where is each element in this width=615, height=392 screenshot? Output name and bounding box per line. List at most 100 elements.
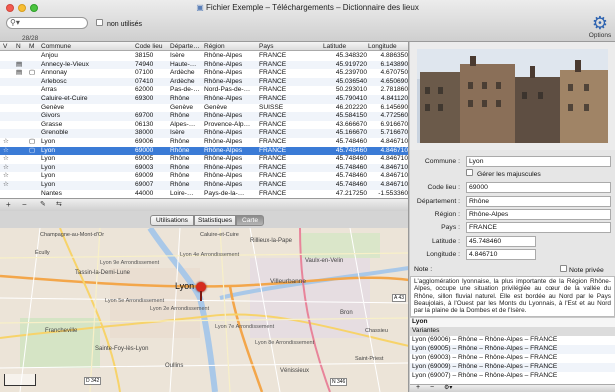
table-cell-code: 74940 xyxy=(135,60,154,68)
table-cell-lat: 43.666670 xyxy=(335,120,367,128)
table-row[interactable]: Arlebosc 07410 Ardèche Rhône-Alpes FRANCE 45.… xyxy=(0,77,408,87)
table-cell-region: Rhône-Alpes xyxy=(204,138,243,145)
map-label: Vaulx-en-Velin xyxy=(305,258,344,264)
table-row[interactable]: Grasse 06130 Alpes-… Provence-Alp… FRANCE 43.… xyxy=(0,120,408,130)
column-header-region[interactable]: Région xyxy=(204,43,225,50)
road-label: D 342 xyxy=(84,377,102,385)
table-row[interactable]: Grenoble 38000 Isère Rhône-Alpes FRANCE 45.16… xyxy=(0,129,408,138)
table-cell-lon: 4.846710 xyxy=(380,146,408,154)
private-note-checkbox[interactable] xyxy=(560,265,567,272)
table-row[interactable]: Lyon 69007 Rhône Rhône-Alpes FRANCE 45.748460… xyxy=(0,181,408,190)
table-cell-pays: FRANCE xyxy=(259,181,287,188)
table-row[interactable]: Givors 69700 Rhône Rhône-Alpes FRANCE 45.5841… xyxy=(0,112,408,121)
table-row[interactable]: Lyon 69009 Rhône Rhône-Alpes FRANCE 45.748460… xyxy=(0,172,408,181)
variants-list[interactable]: Lyon Variantes Lyon (69006) – Rhône – Rh… xyxy=(410,318,615,384)
table-row[interactable]: Anjou 38150 Isère Rhône-Alpes FRANCE 45.34832… xyxy=(0,52,408,61)
table-cell-lat: 45.036540 xyxy=(335,77,367,85)
edit-icon[interactable]: ✎ xyxy=(40,200,46,208)
star-icon[interactable]: ☆ xyxy=(3,181,9,190)
table-row[interactable]: Arras 62000 Pas-de-… Nord-Pas-de-… FRANCE 50.… xyxy=(0,86,408,95)
unused-filter[interactable]: non utilisés xyxy=(96,19,142,28)
search-field[interactable]: ⚲▾ xyxy=(6,17,88,29)
table-row[interactable]: Lyon 69005 Rhône Rhône-Alpes FRANCE 45.748460… xyxy=(0,155,408,164)
star-icon[interactable]: ☆ xyxy=(3,155,9,164)
tab-carte[interactable]: Carte xyxy=(236,215,264,226)
place-form: Commune : Lyon Gérer les majuscules Code… xyxy=(410,150,615,262)
table-cell-pays: FRANCE xyxy=(259,155,287,163)
variant-item[interactable]: Lyon (69003) – Rhône – Rhône-Alpes – FRA… xyxy=(410,354,615,363)
add-icon[interactable]: + xyxy=(6,200,11,209)
variant-item[interactable]: Lyon (69006) – Rhône – Rhône-Alpes – FRA… xyxy=(410,336,615,345)
map-pin-stem xyxy=(200,291,202,301)
latitude-label: Latitude : xyxy=(432,238,460,245)
star-icon[interactable]: ☆ xyxy=(3,164,9,173)
note-textarea[interactable]: L'agglomération lyonnaise, la plus impor… xyxy=(410,276,615,317)
majuscules-option[interactable]: Gérer les majuscules xyxy=(466,169,541,178)
column-header-departement[interactable]: Départe… xyxy=(170,43,200,50)
column-header-m[interactable]: M xyxy=(29,43,34,50)
table-row[interactable]: Nantes 44000 Loire-… Pays-de-la-… FRANCE 47.2… xyxy=(0,189,408,198)
map-view[interactable]: Lyon Rillieux-la-Pape Vaulx-en-Velin Vil… xyxy=(0,228,409,392)
map-scale-bar xyxy=(4,374,36,386)
remove-icon[interactable]: − xyxy=(22,200,27,209)
table-cell-lat: 50.293010 xyxy=(335,86,367,94)
table-row[interactable]: Annecy-le-Vieux 74940 Haute-… Rhône-Alpes FR… xyxy=(0,60,408,70)
table-row[interactable]: Genève Genève Genève SUISSE 46.202220 6.14569… xyxy=(0,103,408,113)
variant-item[interactable]: Lyon (69007) – Rhône – Rhône-Alpes – FRA… xyxy=(410,372,615,381)
column-header-pays[interactable]: Pays xyxy=(259,43,273,50)
tab-utilisations[interactable]: Utilisations xyxy=(150,215,194,226)
dept-field[interactable]: Rhône xyxy=(466,196,611,207)
majuscules-checkbox[interactable] xyxy=(466,169,473,176)
column-header-latitude[interactable]: Latitude xyxy=(323,43,346,50)
gear-menu-icon[interactable]: ⚙▾ xyxy=(444,384,452,391)
table-row[interactable]: Lyon 69003 Rhône Rhône-Alpes FRANCE 45.748460… xyxy=(0,163,408,173)
dept-label: Département : xyxy=(416,198,460,205)
table-cell-commune: Genève xyxy=(41,103,65,111)
table-cell-pays: FRANCE xyxy=(259,86,287,94)
column-header-longitude[interactable]: Longitude xyxy=(368,43,397,50)
table-row[interactable]: Caluire-et-Cuire 69300 Rhône Rhône-Alpes FRA… xyxy=(0,95,408,104)
commune-field[interactable]: Lyon xyxy=(466,156,611,167)
table-cell-lat: 45.919720 xyxy=(335,60,367,68)
table-cell-pays: FRANCE xyxy=(259,77,287,85)
add-variant-icon[interactable]: + xyxy=(416,384,420,391)
table-cell-dept: Loire-… xyxy=(170,189,194,197)
table-row[interactable]: Lyon 69000 Rhône Rhône-Alpes FRANCE 45.748460… xyxy=(0,146,408,156)
column-header-v[interactable]: V xyxy=(3,43,7,50)
variant-item[interactable]: Lyon (69009) – Rhône – Rhône-Alpes – FRA… xyxy=(410,363,615,372)
road-label: N 346 xyxy=(330,378,348,386)
table-cell-lat: 45.748460 xyxy=(335,181,367,188)
longitude-field[interactable]: 4.846710 xyxy=(466,249,536,260)
options-button[interactable]: ⚙ Options xyxy=(588,14,612,40)
merge-icon[interactable]: ⇆ xyxy=(56,200,62,208)
column-header-commune[interactable]: Commune xyxy=(41,43,71,50)
window-title-text: Fichier Exemple – Téléchargements – Dict… xyxy=(205,3,419,12)
record-count: 28/28 xyxy=(22,35,39,42)
star-icon[interactable]: ☆ xyxy=(3,147,9,156)
star-icon[interactable]: ☆ xyxy=(3,172,9,181)
table-cell-lon: 5.716670 xyxy=(380,129,408,137)
unused-checkbox[interactable] xyxy=(96,19,103,26)
table-cell-lon: 4.650690 xyxy=(380,77,408,85)
star-icon[interactable]: ☆ xyxy=(3,138,9,147)
table-cell-lon: 6.916670 xyxy=(380,120,408,128)
pays-field[interactable]: FRANCE xyxy=(466,222,611,233)
table-cell-region: Rhône-Alpes xyxy=(204,69,243,77)
latitude-field[interactable]: 45.748460 xyxy=(466,236,536,247)
table-row[interactable]: Lyon 69006 Rhône Rhône-Alpes FRANCE 45.748460… xyxy=(0,138,408,147)
region-field[interactable]: Rhône-Alpes xyxy=(466,209,611,220)
table-cell-region: Rhône-Alpes xyxy=(204,146,243,154)
private-note-option[interactable]: Note privée xyxy=(560,265,604,274)
column-header-code[interactable]: Code lieu xyxy=(135,43,162,50)
places-table[interactable]: V N M Commune Code lieu Départe… Région … xyxy=(0,42,409,198)
variant-item[interactable]: Lyon (69005) – Rhône – Rhône-Alpes – FRA… xyxy=(410,345,615,354)
table-cell-lat: 45.584150 xyxy=(335,112,367,120)
remove-variant-icon[interactable]: − xyxy=(430,384,434,391)
table-cell-region: Rhône-Alpes xyxy=(204,129,243,137)
map-label: Lyon 7e Arrondissement xyxy=(215,324,275,330)
tab-statistiques[interactable]: Statistiques xyxy=(194,215,236,226)
column-header-n[interactable]: N xyxy=(16,43,21,50)
table-cell-commune: Annecy-le-Vieux xyxy=(41,60,89,68)
code-field[interactable]: 69000 xyxy=(466,182,611,193)
table-row[interactable]: Annonay 07100 Ardèche Rhône-Alpes FRANCE 45.2… xyxy=(0,69,408,78)
